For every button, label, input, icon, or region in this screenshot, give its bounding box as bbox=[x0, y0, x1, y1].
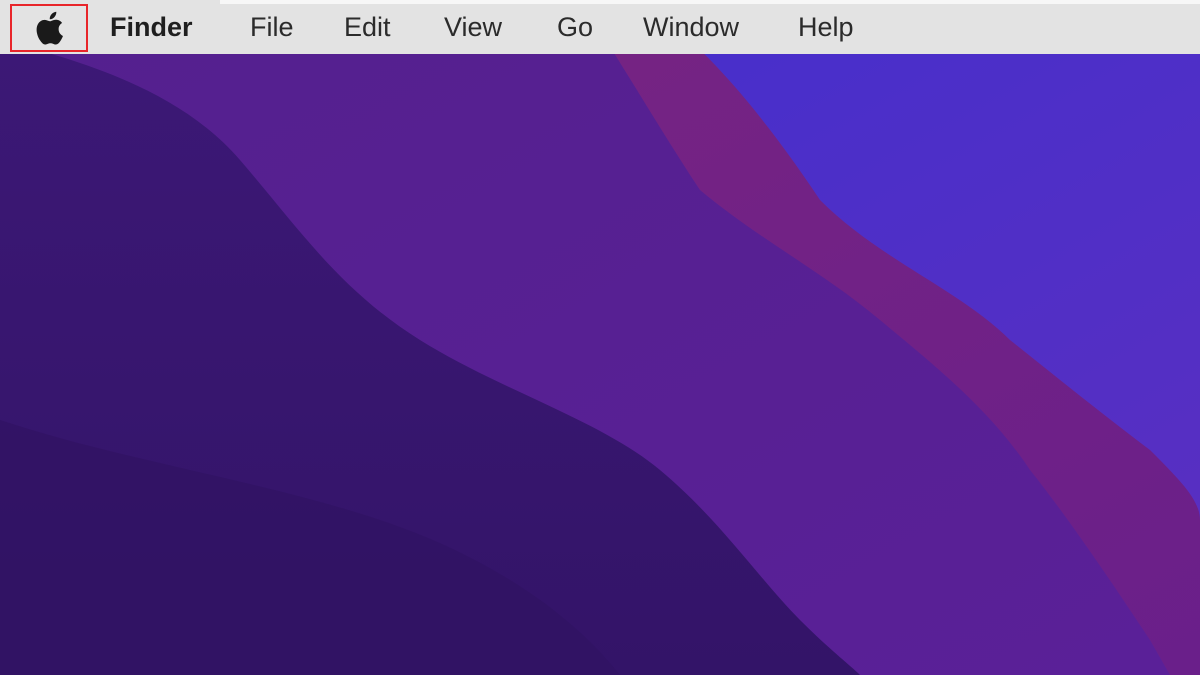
apple-menu-button[interactable] bbox=[10, 4, 88, 52]
desktop-wallpaper bbox=[0, 0, 1200, 675]
menu-help[interactable]: Help bbox=[798, 0, 854, 54]
menu-go[interactable]: Go bbox=[557, 0, 593, 54]
menu-window[interactable]: Window bbox=[643, 0, 739, 54]
desktop[interactable]: Finder File Edit View Go Window Help bbox=[0, 0, 1200, 675]
menu-finder[interactable]: Finder bbox=[110, 0, 193, 54]
menu-bar: Finder File Edit View Go Window Help bbox=[0, 0, 1200, 54]
menu-edit[interactable]: Edit bbox=[344, 0, 391, 54]
apple-logo-icon bbox=[34, 11, 64, 45]
menu-view[interactable]: View bbox=[444, 0, 502, 54]
menu-file[interactable]: File bbox=[250, 0, 294, 54]
